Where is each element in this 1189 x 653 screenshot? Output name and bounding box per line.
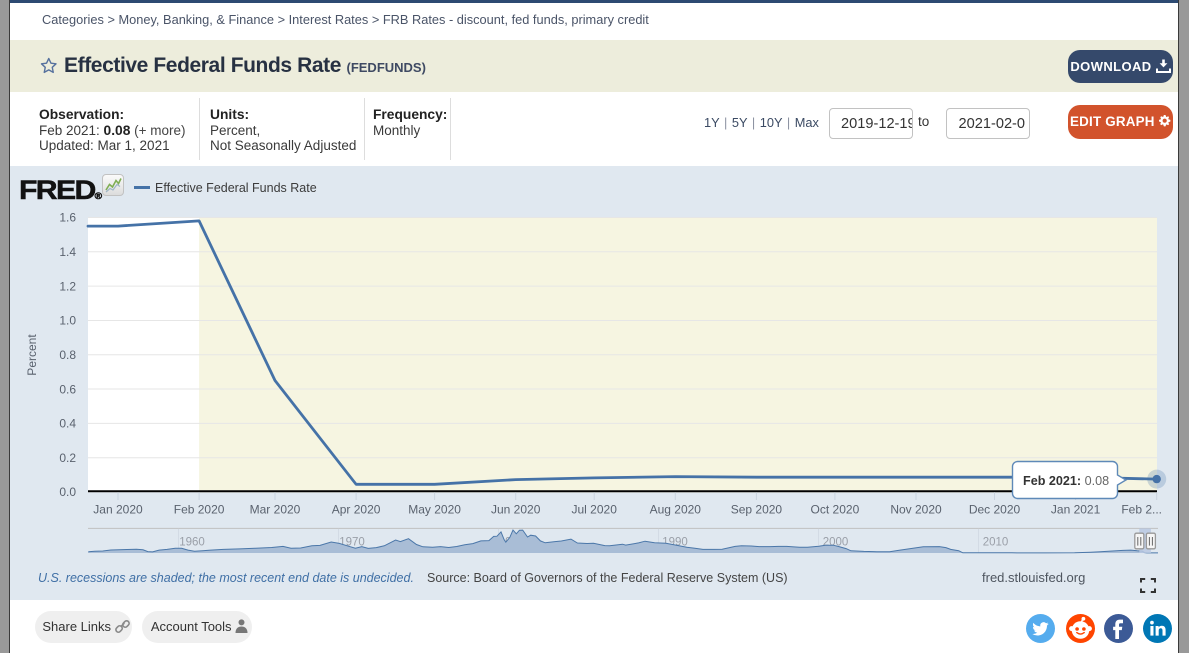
svg-text:1.2: 1.2 [59,279,76,293]
svg-text:0.8: 0.8 [59,348,76,362]
svg-text:Sep 2020: Sep 2020 [731,503,783,517]
svg-text:Dec 2020: Dec 2020 [969,503,1021,517]
svg-text:0.4: 0.4 [59,417,76,431]
svg-text:0.2: 0.2 [59,451,76,465]
svg-text:Percent: Percent [25,334,39,376]
svg-text:1.6: 1.6 [59,211,76,225]
svg-text:May 2020: May 2020 [408,503,461,517]
svg-text:Feb 2020: Feb 2020 [174,503,225,517]
svg-text:1.4: 1.4 [59,245,76,259]
svg-text:0.0: 0.0 [59,485,76,499]
svg-text:Jul 2020: Jul 2020 [572,503,618,517]
svg-text:Jan 2020: Jan 2020 [93,503,143,517]
svg-text:2010: 2010 [983,537,1009,549]
svg-text:1.0: 1.0 [59,314,76,328]
svg-text:Mar 2020: Mar 2020 [250,503,301,517]
svg-text:Aug 2020: Aug 2020 [650,503,702,517]
svg-text:Oct 2020: Oct 2020 [811,503,860,517]
svg-text:1960: 1960 [179,537,205,549]
svg-text:Nov 2020: Nov 2020 [890,503,942,517]
svg-text:Feb 2...: Feb 2... [1121,503,1162,517]
svg-text:Feb 2021: 0.08: Feb 2021: 0.08 [1023,474,1109,488]
svg-text:Jan 2021: Jan 2021 [1051,503,1101,517]
svg-text:Jun 2020: Jun 2020 [491,503,541,517]
svg-text:Apr 2020: Apr 2020 [332,503,381,517]
svg-text:0.6: 0.6 [59,382,76,396]
